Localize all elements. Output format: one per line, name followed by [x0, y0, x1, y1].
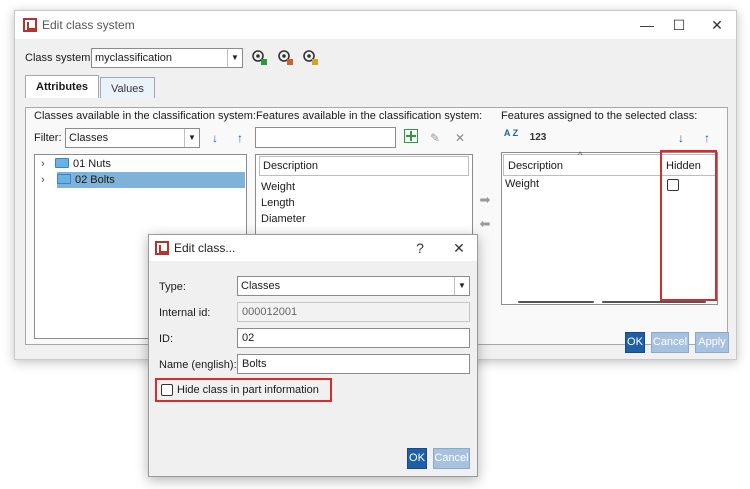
list-item[interactable]: Weight	[261, 181, 295, 193]
id-field[interactable]: 02	[237, 328, 470, 348]
features-heading: Features available in the classification…	[256, 110, 483, 122]
hide-class-checkbox[interactable]	[161, 384, 173, 396]
id-label: ID:	[159, 333, 174, 345]
tree-item[interactable]: › 01 Nuts	[41, 156, 111, 172]
type-value: Classes	[241, 280, 281, 292]
tree-item[interactable]: ›	[41, 172, 55, 188]
dialog-close-button[interactable]: ✕	[445, 238, 473, 258]
horizontal-scrollbar[interactable]	[518, 301, 594, 303]
tree-item-label: 02 Bolts	[75, 174, 115, 186]
feature-search-input[interactable]	[255, 127, 396, 148]
edit-feature-icon[interactable]: ✎	[426, 129, 444, 147]
add-feature-icon[interactable]	[402, 129, 420, 147]
app-logo-icon	[23, 18, 37, 32]
internal-id-field: 000012001	[237, 302, 470, 322]
features-column-header[interactable]: Description	[259, 156, 469, 176]
dialog-title-bar: Edit class... ? ✕	[149, 235, 477, 261]
classes-heading: Classes available in the classification …	[34, 110, 256, 122]
ok-button[interactable]: OK	[625, 332, 645, 353]
tree-item-label: 01 Nuts	[73, 158, 111, 170]
close-button[interactable]: ✕	[703, 15, 731, 35]
folder-icon	[55, 158, 69, 168]
filter-label: Filter:	[34, 132, 62, 144]
filter-select[interactable]: Classes ▼	[65, 128, 200, 148]
unassign-feature-arrow-icon[interactable]: ⬅	[476, 215, 494, 233]
chevron-down-icon: ▼	[184, 129, 199, 147]
internal-id-label: Internal id:	[159, 307, 211, 319]
list-item[interactable]: Diameter	[261, 213, 306, 225]
expand-icon[interactable]: ›	[41, 156, 55, 172]
add-class-system-icon[interactable]	[250, 49, 268, 67]
tab-values[interactable]: Values	[100, 77, 155, 98]
dialog-title: Edit class...	[174, 241, 236, 255]
assign-feature-arrow-icon[interactable]: ➡	[476, 191, 494, 209]
sort-numeric-icon[interactable]: 123	[527, 129, 549, 147]
tab-attributes[interactable]: Attributes	[25, 75, 99, 98]
title-bar: Edit class system — ☐ ✕	[15, 11, 736, 39]
move-up-icon[interactable]: ↑	[231, 129, 249, 147]
name-field[interactable]: Bolts	[237, 354, 470, 374]
help-button[interactable]: ?	[406, 238, 434, 258]
expand-icon[interactable]: ›	[41, 172, 55, 188]
edit-class-system-icon[interactable]	[276, 49, 294, 67]
folder-icon	[57, 174, 71, 184]
rename-class-system-icon[interactable]	[301, 49, 319, 67]
class-system-select[interactable]: myclassification ▼	[91, 48, 243, 68]
edit-class-dialog: Edit class... ? ✕ Type: Classes ▼ Intern…	[148, 234, 478, 477]
horizontal-scrollbar[interactable]	[602, 301, 706, 303]
sort-alpha-icon[interactable]: A Z	[502, 129, 520, 147]
class-system-label: Class system:	[25, 52, 94, 64]
type-label: Type:	[159, 281, 186, 293]
sort-indicator-icon: ^	[578, 150, 583, 160]
chevron-down-icon: ▼	[227, 49, 242, 67]
hidden-column-highlight	[660, 150, 717, 301]
chevron-down-icon: ▼	[454, 277, 469, 295]
dialog-ok-button[interactable]: OK	[407, 448, 427, 469]
window-title: Edit class system	[42, 18, 135, 32]
delete-feature-icon[interactable]: ✕	[451, 129, 469, 147]
class-system-value: myclassification	[95, 52, 173, 64]
table-row-description[interactable]: Weight	[505, 178, 539, 190]
maximize-button[interactable]: ☐	[665, 15, 693, 35]
apply-button[interactable]: Apply	[695, 332, 729, 353]
hide-class-label[interactable]: Hide class in part information	[177, 384, 319, 396]
name-label: Name (english):	[159, 359, 237, 371]
app-logo-icon	[155, 241, 169, 255]
move-down-icon[interactable]: ↓	[672, 129, 690, 147]
cancel-button[interactable]: Cancel	[651, 332, 689, 353]
type-select[interactable]: Classes ▼	[237, 276, 470, 296]
assigned-heading: Features assigned to the selected class:	[501, 110, 698, 122]
minimize-button[interactable]: —	[633, 15, 661, 35]
move-down-icon[interactable]: ↓	[206, 129, 224, 147]
dialog-cancel-button[interactable]: Cancel	[433, 448, 470, 469]
move-up-icon[interactable]: ↑	[698, 129, 716, 147]
tree-item-selected[interactable]: 02 Bolts	[57, 172, 245, 188]
list-item[interactable]: Length	[261, 197, 295, 209]
filter-value: Classes	[69, 132, 109, 144]
